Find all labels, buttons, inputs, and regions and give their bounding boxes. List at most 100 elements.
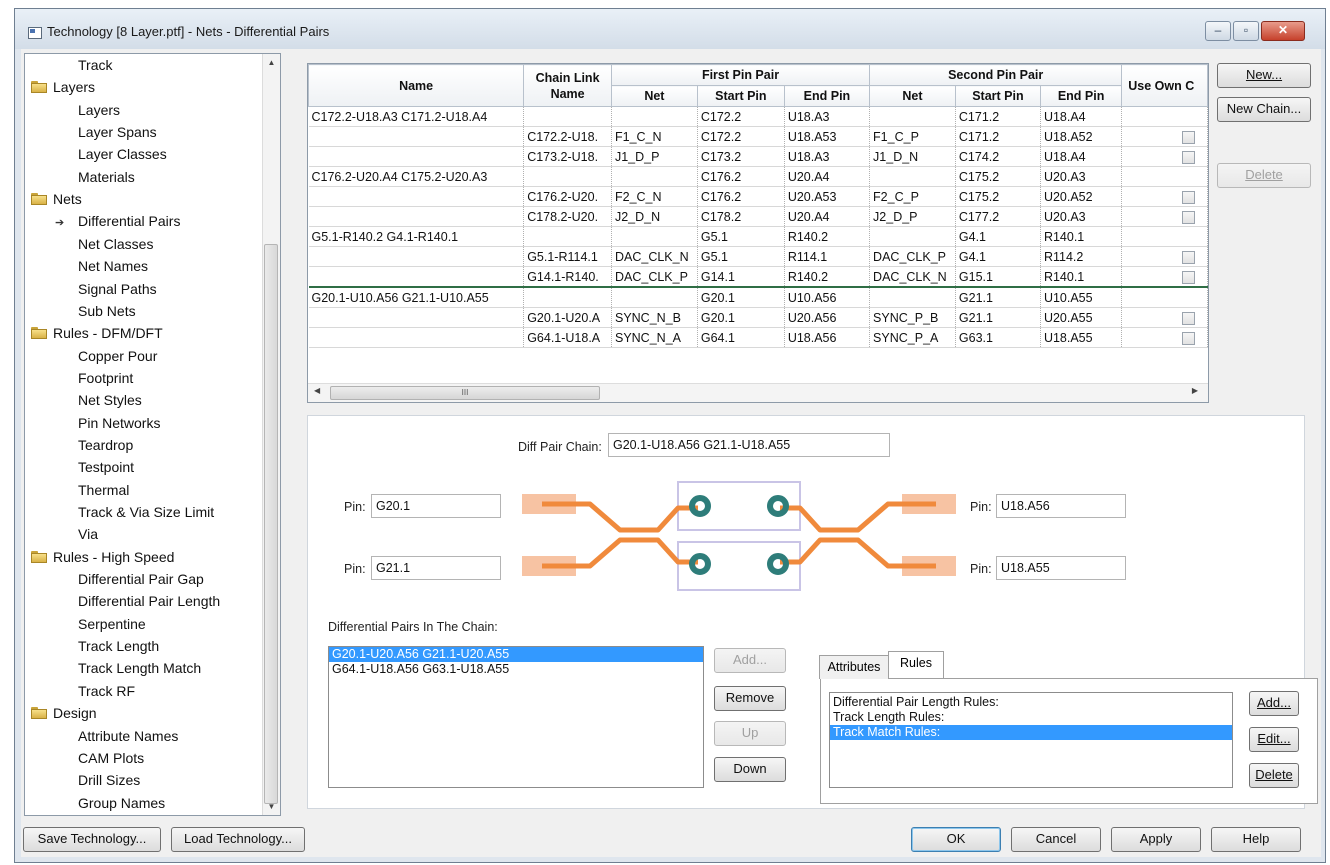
tree-item[interactable]: Layers bbox=[78, 99, 120, 121]
diff-pairs-grid[interactable]: Name Chain Link Name First Pin Pair Seco… bbox=[307, 63, 1209, 403]
cell-net1[interactable]: DAC_CLK_P bbox=[611, 266, 698, 288]
cell-net1[interactable]: J2_D_N bbox=[611, 206, 698, 227]
cell-name[interactable] bbox=[308, 307, 525, 328]
cell-net2[interactable] bbox=[869, 286, 956, 308]
pin-left-bottom-field[interactable]: G21.1 bbox=[371, 556, 501, 580]
use-own-checkbox[interactable] bbox=[1182, 311, 1195, 325]
cell-end1[interactable]: U18.A3 bbox=[784, 106, 871, 127]
cell-start1[interactable]: C173.2 bbox=[697, 146, 785, 167]
cell-end2[interactable]: U18.A52 bbox=[1040, 126, 1123, 147]
rule-item[interactable]: Track Match Rules: bbox=[830, 725, 1232, 740]
use-own-checkbox[interactable] bbox=[1182, 270, 1195, 284]
cell-name[interactable] bbox=[308, 186, 525, 207]
cell-net1[interactable]: F2_C_N bbox=[611, 186, 698, 207]
cell-name[interactable]: G20.1-U10.A56 G21.1-U10.A55 bbox=[308, 286, 525, 308]
cell-name[interactable] bbox=[308, 246, 525, 267]
cell-net2[interactable]: DAC_CLK_P bbox=[869, 246, 956, 267]
pair-row[interactable]: G64.1-U18.A SYNC_N_A G64.1 U18.A56 SYNC_P_A G… bbox=[308, 327, 1208, 348]
cell-net1[interactable]: SYNC_N_A bbox=[611, 327, 698, 348]
cell-link[interactable]: G64.1-U18.A bbox=[523, 327, 612, 348]
cell-end1[interactable]: R140.2 bbox=[784, 266, 871, 288]
cell-start1[interactable]: C176.2 bbox=[697, 166, 785, 187]
cell-name[interactable]: C172.2-U18.A3 C171.2-U18.A4 bbox=[308, 106, 525, 127]
use-own-checkbox[interactable] bbox=[1182, 331, 1195, 345]
grid-hscrollbar[interactable]: ◀ III ▶ bbox=[308, 383, 1208, 402]
cell-start1[interactable]: G64.1 bbox=[697, 327, 785, 348]
cell-net1[interactable]: DAC_CLK_N bbox=[611, 246, 698, 267]
col-net-1[interactable]: Net bbox=[610, 85, 698, 107]
cell-net2[interactable]: J2_D_P bbox=[869, 206, 956, 227]
cell-end1[interactable]: R114.1 bbox=[784, 246, 871, 267]
pair-row[interactable]: G5.1-R114.1 DAC_CLK_N G5.1 R114.1 DAC_CLK_P G… bbox=[308, 246, 1208, 267]
cell-start2[interactable]: C175.2 bbox=[955, 166, 1041, 187]
cell-end2[interactable]: R114.2 bbox=[1040, 246, 1123, 267]
cell-net2[interactable]: J1_D_N bbox=[869, 146, 956, 167]
rule-delete-button[interactable]: Delete bbox=[1249, 763, 1299, 788]
new-button[interactable]: New... bbox=[1217, 63, 1311, 88]
cell-end2[interactable]: U20.A3 bbox=[1040, 166, 1123, 187]
cell-name[interactable] bbox=[308, 266, 525, 288]
cell-net1[interactable] bbox=[611, 286, 698, 308]
cell-link[interactable]: C178.2-U20. bbox=[523, 206, 612, 227]
col-end-pin-1[interactable]: End Pin bbox=[783, 85, 871, 107]
new-chain-button[interactable]: New Chain... bbox=[1217, 97, 1311, 122]
use-own-checkbox[interactable] bbox=[1182, 250, 1195, 264]
pair-row[interactable]: C172.2-U18. F1_C_N C172.2 U18.A53 F1_C_P C171… bbox=[308, 126, 1208, 147]
cell-link[interactable] bbox=[523, 286, 612, 308]
rule-item[interactable]: Differential Pair Length Rules: bbox=[830, 695, 1232, 710]
chain-row[interactable]: C176.2-U20.A4 C175.2-U20.A3 C176.2 U20.A4 C… bbox=[308, 166, 1208, 187]
tree-item[interactable]: Track & Via Size Limit bbox=[78, 501, 214, 523]
chain-pair-item[interactable]: G64.1-U18.A56 G63.1-U18.A55 bbox=[329, 662, 703, 677]
cell-start2[interactable]: C171.2 bbox=[955, 106, 1041, 127]
cell-start1[interactable]: C172.2 bbox=[697, 126, 785, 147]
pairs-in-chain-list[interactable]: G20.1-U20.A56 G21.1-U20.A55 G64.1-U18.A56… bbox=[328, 646, 704, 788]
pin-right-bottom-field[interactable]: U18.A55 bbox=[996, 556, 1126, 580]
help-button[interactable]: Help bbox=[1211, 827, 1301, 852]
tree-item[interactable]: Teardrop bbox=[78, 434, 133, 456]
save-technology-button[interactable]: Save Technology... bbox=[23, 827, 161, 852]
cell-end1[interactable]: U20.A4 bbox=[784, 206, 871, 227]
tree-item[interactable]: Rules - High Speed bbox=[31, 546, 174, 568]
cell-end2[interactable]: U18.A4 bbox=[1040, 106, 1123, 127]
cell-start1[interactable]: G5.1 bbox=[697, 226, 785, 247]
close-button[interactable]: ✕ bbox=[1261, 21, 1305, 41]
rule-edit-button[interactable]: Edit... bbox=[1249, 727, 1299, 752]
cell-start2[interactable]: G21.1 bbox=[955, 286, 1041, 308]
chain-up-button[interactable]: Up bbox=[714, 721, 786, 746]
restore-button[interactable]: ▫ bbox=[1233, 21, 1259, 41]
rules-list[interactable]: Differential Pair Length Rules: Track Len… bbox=[829, 692, 1233, 788]
cell-net2[interactable] bbox=[869, 106, 956, 127]
tree-scrollbar[interactable]: ▲ ▼ bbox=[262, 54, 280, 815]
cancel-button[interactable]: Cancel bbox=[1011, 827, 1101, 852]
tree-item[interactable]: Sub Nets bbox=[78, 300, 136, 322]
use-own-checkbox[interactable] bbox=[1182, 130, 1195, 144]
cell-link[interactable]: G5.1-R114.1 bbox=[523, 246, 612, 267]
chain-remove-button[interactable]: Remove bbox=[714, 686, 786, 711]
cell-end1[interactable]: U10.A56 bbox=[784, 286, 871, 308]
cell-link[interactable]: G20.1-U20.A bbox=[523, 307, 612, 328]
tree-item[interactable]: Drill Sizes bbox=[78, 769, 140, 791]
cell-end1[interactable]: U20.A56 bbox=[784, 307, 871, 328]
tree-item[interactable]: Track Length Match bbox=[78, 657, 201, 679]
tree-item[interactable]: Rules - DFM/DFT bbox=[31, 322, 163, 344]
tree-item[interactable]: Layers bbox=[31, 76, 95, 98]
cell-end1[interactable]: U18.A53 bbox=[784, 126, 871, 147]
tab-rules[interactable]: Rules bbox=[888, 651, 944, 678]
cell-name[interactable] bbox=[308, 146, 525, 167]
cell-net1[interactable] bbox=[611, 226, 698, 247]
cell-start2[interactable]: C174.2 bbox=[955, 146, 1041, 167]
pair-row[interactable]: C173.2-U18. J1_D_P C173.2 U18.A3 J1_D_N C174.… bbox=[308, 146, 1208, 167]
tree-item[interactable]: Net Styles bbox=[78, 389, 142, 411]
col-start-pin-1[interactable]: Start Pin bbox=[696, 85, 785, 107]
cell-end1[interactable]: R140.2 bbox=[784, 226, 871, 247]
tree-item[interactable]: Layer Classes bbox=[78, 143, 167, 165]
delete-pair-button[interactable]: Delete bbox=[1217, 163, 1311, 188]
tree-item[interactable]: Track bbox=[78, 54, 112, 76]
col-use-own[interactable]: Use Own C bbox=[1121, 64, 1208, 107]
cell-net1[interactable] bbox=[611, 166, 698, 187]
grid-scroll-thumb[interactable]: III bbox=[330, 386, 600, 400]
cell-net2[interactable]: SYNC_P_A bbox=[869, 327, 956, 348]
cell-link[interactable] bbox=[523, 106, 612, 127]
tree-item[interactable]: Layer Spans bbox=[78, 121, 157, 143]
cell-net2[interactable] bbox=[869, 226, 956, 247]
